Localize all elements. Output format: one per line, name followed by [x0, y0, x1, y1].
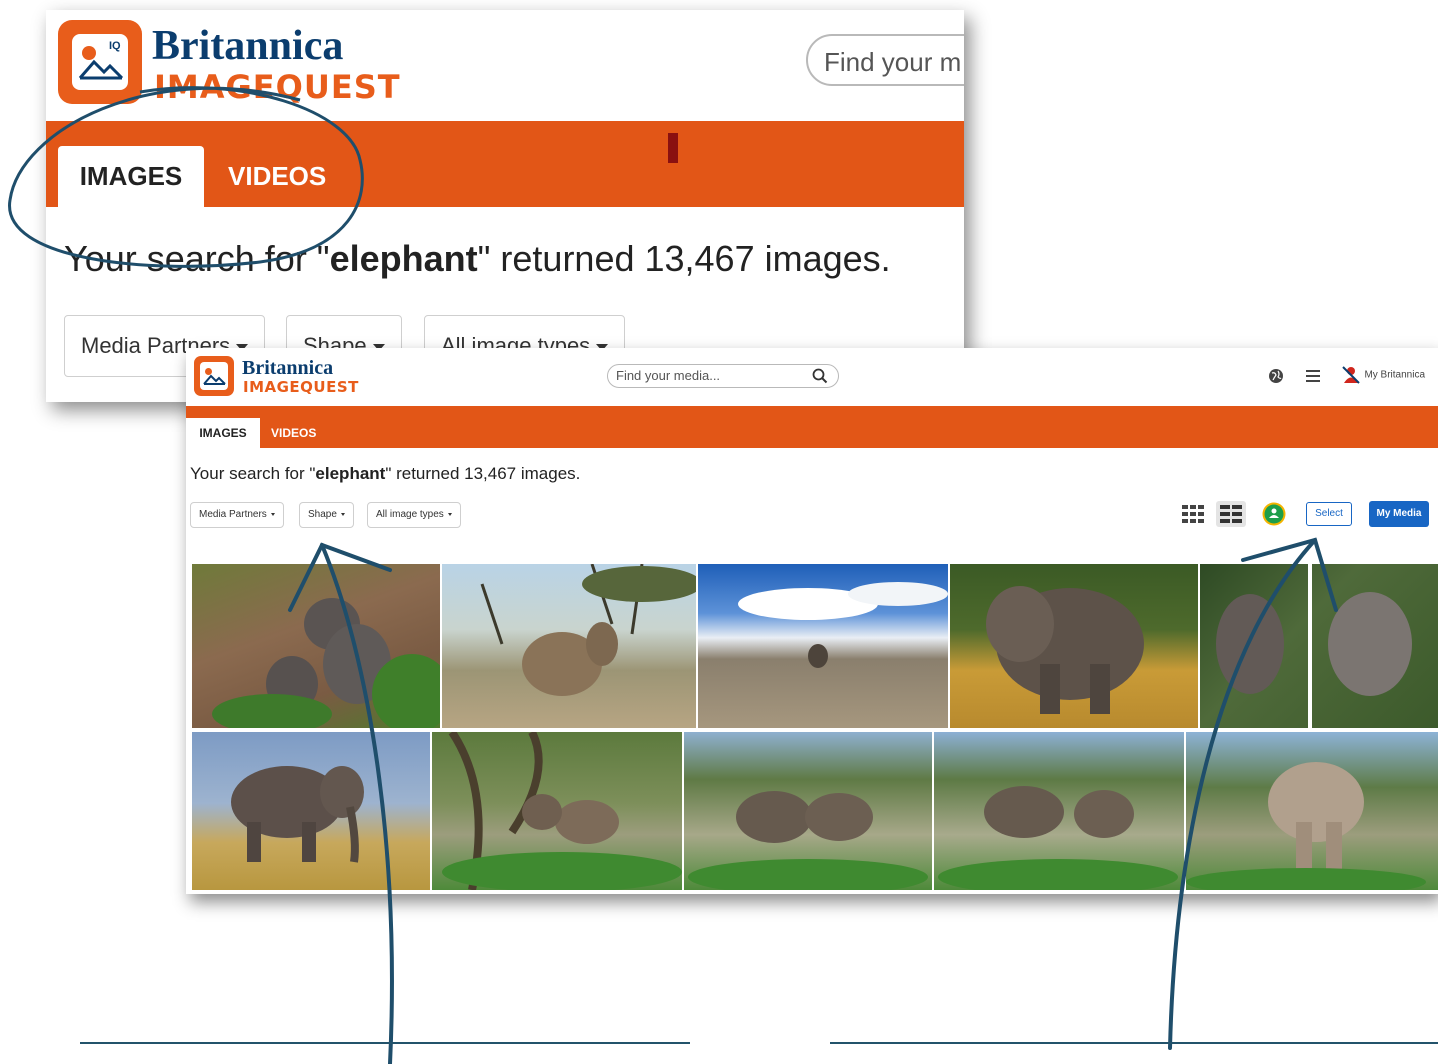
annotation-overlay: [8, 86, 1438, 1064]
arrow-shape-filter: [288, 542, 394, 1064]
arrow-select-button: [1168, 537, 1338, 1050]
highlight-ellipse: [8, 86, 364, 268]
